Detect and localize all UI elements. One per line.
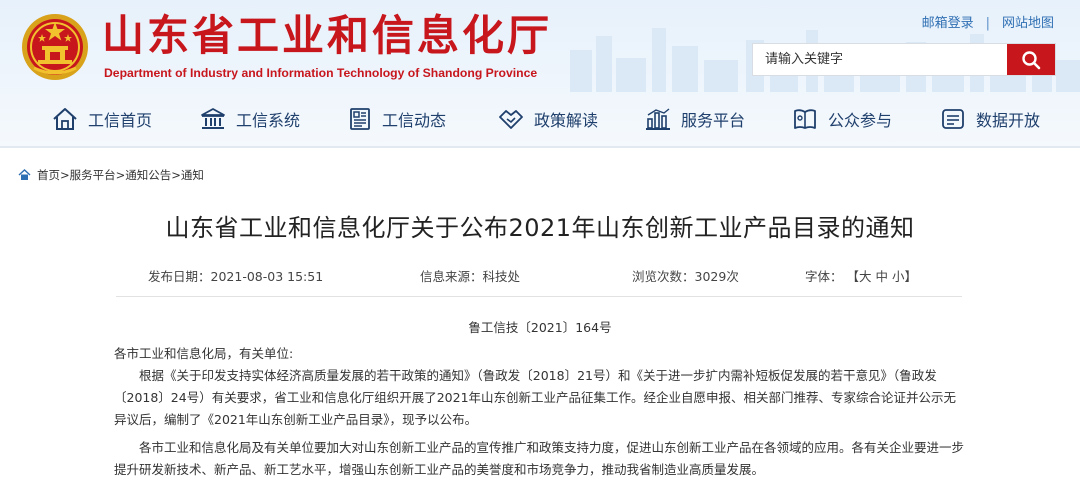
sitemap-link[interactable]: 网站地图: [1002, 16, 1054, 31]
site-subtitle: Department of Industry and Information T…: [104, 66, 538, 80]
nav-item-policy[interactable]: 政策解读: [498, 96, 598, 142]
nav-item-news[interactable]: 工信动态: [348, 96, 446, 142]
nav-item-data[interactable]: 数据开放: [940, 96, 1040, 142]
paragraph-1: 根据《关于印发支持实体经济高质量发展的若干政策的通知》（鲁政发〔2018〕21号…: [114, 368, 957, 427]
publish-date-label: 发布日期：: [148, 269, 211, 284]
meta-divider: [116, 296, 962, 297]
breadcrumb-separator: >: [115, 168, 126, 182]
emblem-logo: [22, 14, 88, 80]
font-medium-button[interactable]: 中: [876, 269, 889, 284]
info-source: 信息来源：科技处: [420, 266, 520, 285]
institution-icon: [201, 108, 225, 129]
top-links: 邮箱登录 | 网站地图: [922, 12, 1054, 31]
nav-label: 数据开放: [976, 111, 1041, 130]
top-links-separator: |: [985, 16, 990, 31]
paragraph-2: 各市工业和信息化局及有关单位要加大对山东创新工业产品的宣传推广和政策支持力度，促…: [114, 440, 965, 477]
nav-item-service[interactable]: 服务平台: [645, 96, 745, 142]
nav-item-public[interactable]: 公众参与: [792, 96, 892, 142]
home-icon: [53, 108, 77, 130]
publish-date: 发布日期：2021-08-03 15:51: [148, 266, 323, 285]
breadcrumb-separator: >: [60, 168, 70, 182]
nav-label: 工信动态: [382, 111, 447, 130]
book-icon: [794, 109, 816, 129]
view-count-value: 3029次: [694, 269, 739, 284]
home-icon: [18, 169, 31, 180]
breadcrumb-current[interactable]: 通知: [181, 167, 204, 183]
nav-item-home[interactable]: 工信首页: [52, 96, 152, 142]
bar-chart-icon: [646, 108, 670, 130]
search-box: [752, 43, 1056, 76]
nav-label: 工信系统: [236, 111, 301, 130]
font-size-bracket-open: 【: [846, 269, 860, 284]
nav-label: 政策解读: [534, 111, 599, 130]
nav-item-system[interactable]: 工信系统: [200, 96, 300, 142]
font-size-label: 字体：: [805, 269, 843, 284]
font-large-button[interactable]: 大: [859, 269, 872, 284]
search-input[interactable]: [753, 44, 1007, 75]
publish-date-value: 2021-08-03 15:51: [210, 269, 324, 284]
font-size-control: 字体： 【大 中 小】: [805, 266, 917, 285]
view-count: 浏览次数：3029次: [632, 266, 739, 285]
view-count-label: 浏览次数：: [632, 269, 695, 284]
nav-label: 服务平台: [681, 111, 746, 130]
document-number: 鲁工信技〔2021〕164号: [468, 320, 612, 335]
site-title: 山东省工业和信息化厅: [102, 11, 553, 60]
mail-login-link[interactable]: 邮箱登录: [922, 16, 974, 31]
search-icon: [1022, 50, 1041, 69]
info-source-value: 科技处: [482, 269, 521, 284]
article-title: 山东省工业和信息化厅关于公布2021年山东创新工业产品目录的通知: [165, 214, 915, 242]
search-button[interactable]: [1007, 44, 1055, 75]
nav-divider: [0, 146, 1080, 148]
breadcrumb-separator: >: [171, 168, 181, 182]
main-nav: 工信首页 工信系统 工信动态 政策解读 服务平台 公众参与 数据开放: [0, 96, 1080, 142]
handshake-icon: [499, 110, 523, 129]
font-small-button[interactable]: 小: [892, 269, 905, 284]
info-source-label: 信息来源：: [420, 269, 483, 284]
salutation: 各市工业和信息化局，有关单位:: [114, 346, 294, 361]
font-size-bracket-close: 】: [904, 269, 918, 284]
site-header: 山东省工业和信息化厅 Department of Industry and In…: [0, 0, 1080, 148]
breadcrumb-service[interactable]: 服务平台: [70, 167, 116, 183]
nav-label: 公众参与: [828, 111, 893, 130]
breadcrumb-notice[interactable]: 通知公告: [125, 167, 171, 183]
monitor-icon: [942, 109, 964, 129]
news-icon: [350, 108, 370, 130]
breadcrumb-home[interactable]: 首页: [37, 167, 60, 183]
nav-label: 工信首页: [88, 111, 153, 130]
breadcrumb: 首页 > 服务平台 > 通知公告 > 通知: [18, 167, 204, 183]
